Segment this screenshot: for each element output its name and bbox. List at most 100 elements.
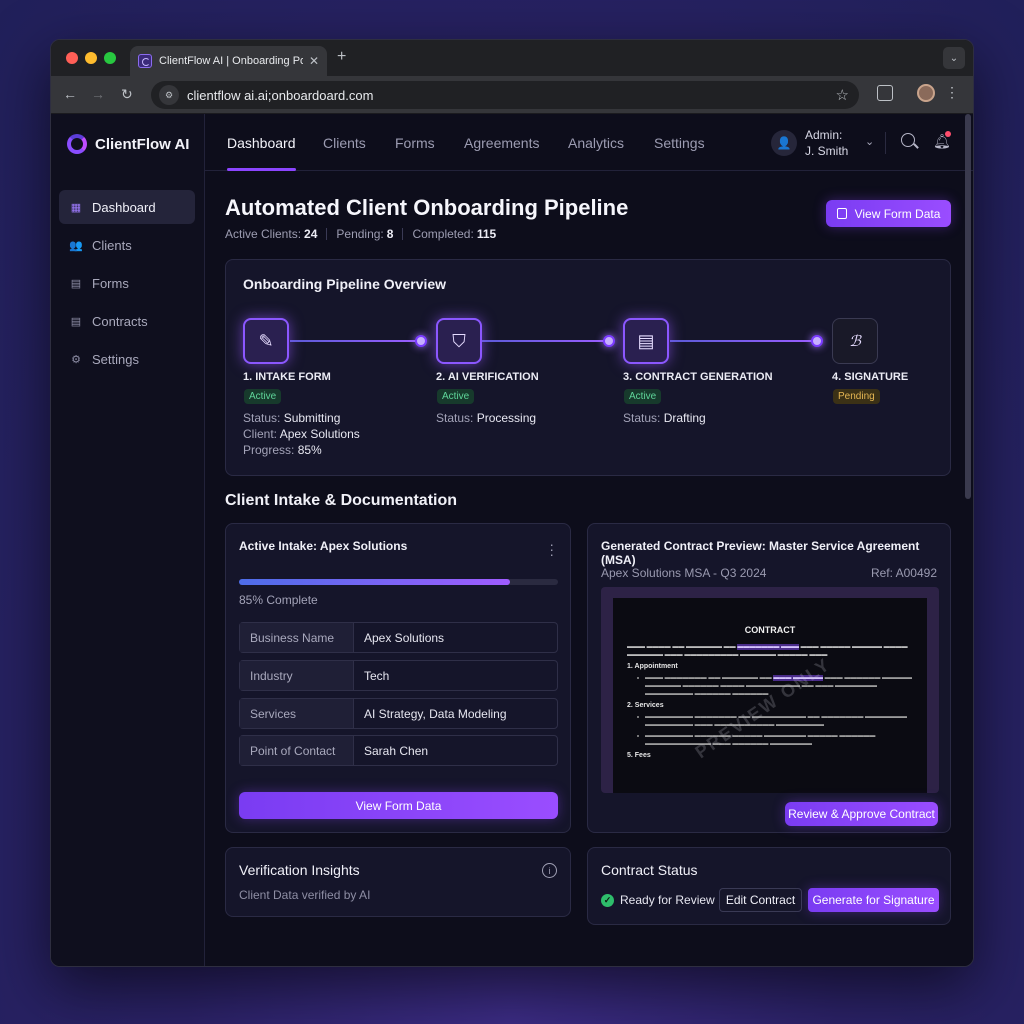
sidebar-item-label: Dashboard [92,199,156,215]
sidebar-item-contracts[interactable]: ▤ Contracts [59,304,195,338]
view-form-data-button[interactable]: View Form Data [239,792,558,819]
reload-icon[interactable]: ↻ [121,86,133,103]
url-text: clientflow ai.ai;onboardoard.com [187,87,374,103]
search-icon[interactable] [901,133,915,147]
brand-logo[interactable]: ClientFlow AI [67,134,189,154]
tab-dashboard[interactable]: Dashboard [227,135,296,171]
contract-document-preview[interactable]: CONTRACT ▬▬▬ ▬▬▬▬ ▬▬ ▬▬▬▬▬▬ ▬▬ ▬▬▬▬▬▬▬ ▬… [601,587,939,793]
contract-stage-details: Status: Drafting [623,411,706,425]
form-edit-icon: ✎ [258,330,274,351]
back-icon[interactable]: ← [63,86,77,102]
field-value[interactable]: Apex Solutions [354,623,557,652]
pipeline-card: Onboarding Pipeline Overview ✎ ⛉ ▤ ℬ 1. … [225,259,951,476]
maximize-window-button[interactable] [104,52,116,64]
favicon-icon [138,54,152,68]
profile-avatar[interactable] [917,84,935,102]
tab-agreements[interactable]: Agreements [464,135,539,151]
tab-search-icon[interactable]: ⌄ [943,47,965,69]
page-title: Automated Client Onboarding Pipeline [225,195,629,220]
field-label: Business Name [240,623,354,652]
scrollbar[interactable] [965,114,971,966]
info-icon[interactable]: i [542,863,557,878]
blurred-text: ▬▬▬▬▬▬▬▬ ▬▬▬▬▬▬ ▬▬▬▬▬ ▬▬▬▬▬▬▬ ▬▬▬▬▬ ▬▬▬▬… [627,732,913,748]
tab-settings[interactable]: Settings [654,135,705,151]
minimize-window-button[interactable] [85,52,97,64]
close-window-button[interactable] [66,52,78,64]
sidebar-item-settings[interactable]: ⚙ Settings [59,342,195,376]
pending-label: Pending: [336,227,384,241]
site-settings-icon[interactable]: ⚙ [159,85,179,105]
status-badge: Active [624,389,662,404]
progress-fill [239,579,511,585]
intake-stage-details: Status: Submitting Client: Apex Solution… [243,411,360,457]
pipeline-node [811,335,823,347]
active-clients-value: 24 [304,227,318,241]
stats-summary: Active Clients: 24 Pending: 8 Completed: 11… [225,227,496,241]
sidebar-item-forms[interactable]: ▤ Forms [59,266,195,300]
pipeline-connector [290,340,418,342]
tab-clients[interactable]: Clients [323,135,366,151]
scrollbar-thumb[interactable] [965,114,971,499]
more-options-icon[interactable]: · · · [549,537,554,561]
pipeline-node [603,335,615,347]
document-icon: ▤ [637,330,655,351]
field-value[interactable]: Sarah Chen [354,736,557,765]
review-approve-contract-button[interactable]: Review & Approve Contract [785,802,938,826]
edit-contract-button[interactable]: Edit Contract [719,888,802,912]
completed-value: 115 [476,227,497,241]
close-tab-icon[interactable]: ✕ [309,54,319,68]
divider [326,228,328,240]
extensions-icon[interactable] [877,85,893,101]
sidebar-item-dashboard[interactable]: ▦ Dashboard [59,190,195,224]
signature-stage-icon[interactable]: ℬ [832,318,878,364]
gear-icon: ⚙ [71,353,81,366]
chevron-down-icon[interactable]: ⌄ [865,135,874,148]
field-row: Business Name Apex Solutions [239,622,558,653]
pipeline-connector [482,340,606,342]
contract-preview-title: Generated Contract Preview: Master Servi… [601,539,920,567]
contract-status-text: Ready for Review [620,893,715,907]
field-value[interactable]: Tech [354,661,557,690]
generate-for-signature-button[interactable]: Generate for Signature [808,888,939,912]
sidebar: ClientFlow AI ▦ Dashboard 👥 Clients ▤ Fo… [51,114,205,966]
tab-title: ClientFlow AI | Onboarding Po [159,55,303,67]
browser-tab[interactable]: ClientFlow AI | Onboarding Po ✕ [130,46,327,76]
blurred-text: ▬▬▬ ▬▬▬▬ ▬▬ ▬▬▬▬▬▬ ▬▬ ▬▬▬▬▬▬▬ ▬▬▬ ▬▬▬ ▬▬… [627,644,908,658]
status-badge: Active [244,389,282,404]
field-label: Services [240,699,354,728]
field-label: Industry [240,661,354,690]
user-menu[interactable]: 👤 Admin: J. Smith [771,127,848,159]
tab-bar: ClientFlow AI | Onboarding Po ✕ + ⌄ [51,40,973,76]
stage-label: 2. AI VERIFICATION [436,371,539,383]
divider [402,228,404,240]
tab-analytics[interactable]: Analytics [568,135,624,151]
intake-title: Active Intake: Apex Solutions [239,539,408,553]
tab-forms[interactable]: Forms [395,135,435,151]
browser-menu-icon[interactable]: ⋮ [945,84,959,101]
contract-generation-stage-icon[interactable]: ▤ [623,318,669,364]
check-circle-icon: ✓ [601,893,614,907]
users-icon: 👥 [69,239,83,252]
view-form-data-button[interactable]: View Form Data [826,200,951,227]
forward-icon[interactable]: → [91,86,105,102]
notification-dot [945,131,951,137]
sidebar-item-clients[interactable]: 👥 Clients [59,228,195,262]
field-row: Industry Tech [239,660,558,691]
pipeline-connector [670,340,816,342]
sidebar-item-label: Settings [92,351,139,367]
field-value[interactable]: AI Strategy, Data Modeling [354,699,557,728]
contract-subtitle: Apex Solutions MSA - Q3 2024 [601,566,767,580]
url-field[interactable]: ⚙ clientflow ai.ai;onboardoard.com ☆ [151,81,859,109]
sidebar-item-label: Clients [92,237,132,253]
document-icon [836,208,847,219]
admin-name: J. Smith [805,144,849,158]
bookmark-star-icon[interactable]: ☆ [836,86,849,104]
pending-value: 8 [386,227,394,241]
contract-status-indicator: ✓ Ready for Review [601,893,715,907]
contract-status-card: Contract Status ✓ Ready for Review Edit … [587,847,951,925]
intake-form-stage-icon[interactable]: ✎ [243,318,289,364]
contract-icon: ▤ [70,315,82,328]
ai-verification-stage-icon[interactable]: ⛉ [436,318,482,364]
stage-label: 4. SIGNATURE [832,371,909,383]
new-tab-button[interactable]: + [337,48,346,66]
